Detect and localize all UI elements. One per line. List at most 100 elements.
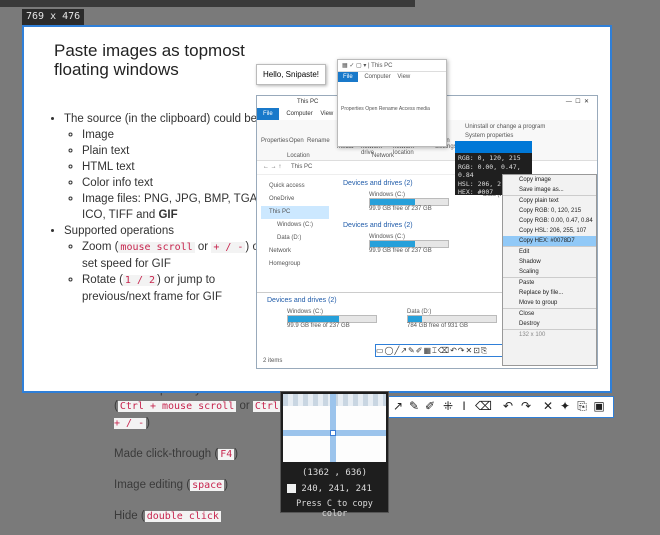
mini-tab-computer: Computer <box>364 74 391 80</box>
mini-tabs: File Computer View <box>338 72 446 82</box>
drive-c-2: Windows (C:) 99.9 GB free of 237 GB <box>369 234 449 254</box>
undo-icon[interactable]: ↶ <box>501 399 515 413</box>
drive-c-free: 99.9 GB free of 237 GB <box>369 248 432 254</box>
top-dark-bar <box>0 0 415 7</box>
marker-icon[interactable]: ✐ <box>423 399 437 413</box>
arrow-icon[interactable]: ↗ <box>391 399 405 413</box>
menu-item: Copy RGB: 0, 120, 215 <box>519 207 582 214</box>
menu-item: Replace by file... <box>519 289 564 296</box>
editing-item: Image editing (space) <box>114 479 229 491</box>
hello-snipaste-popup: Hello, Snipaste! <box>256 64 327 85</box>
nav-network: Network <box>269 248 292 254</box>
window-controls-icon: — ☐ ✕ <box>565 99 589 105</box>
feature-list: The source (in the clipboard) could be I… <box>46 111 264 305</box>
devices-heading: Devices and drives (2) <box>343 180 413 187</box>
list-item: Plain text <box>82 143 264 159</box>
clickthrough-label: Made click-through <box>114 448 212 460</box>
drive-c-free: 99.9 GB free of 237 GB <box>287 323 350 329</box>
pixel-color-row: 240, 241, 241 <box>287 484 372 494</box>
zoom-key-2: + / - <box>211 242 246 253</box>
source-sublist: Image Plain text HTML text Color info te… <box>64 127 264 223</box>
mini-ribbon-labels: Properties Open Rename Access media <box>341 106 445 112</box>
text-icon[interactable]: I <box>457 399 471 413</box>
color-rgb: RGB: 0, 120, 215 <box>458 154 521 162</box>
list-item: Rotate (1 / 2) or jump to previous/next … <box>82 272 264 305</box>
page-title: Paste images as topmost floating windows <box>54 41 245 79</box>
operations-sublist: Zoom (mouse scroll or + / -) or set spee… <box>64 239 264 305</box>
tab-file: File <box>257 108 279 120</box>
list-item: Color info text <box>82 175 264 191</box>
menu-item: Scaling <box>503 267 596 278</box>
zoom-key-1: mouse scroll <box>118 242 195 253</box>
list-item: Image <box>82 127 264 143</box>
pen-icon[interactable]: ✎ <box>407 399 421 413</box>
mini-properties: Properties <box>341 106 364 112</box>
list-item: HTML text <box>82 159 264 175</box>
mini-rename: Rename <box>378 106 398 112</box>
ribbon-uninstall: Uninstall or change a program <box>465 124 546 130</box>
mini-tab-file: File <box>338 72 358 82</box>
color-swatch <box>455 141 532 153</box>
menu-item: Save image as... <box>503 185 596 196</box>
address-text: This PC <box>291 164 313 170</box>
nav-onedrive: OneDrive <box>269 196 295 202</box>
hide-item: Hide (double click <box>96 508 296 525</box>
mini-title: This PC <box>371 63 393 69</box>
devices-heading-2: Devices and drives (2) <box>343 222 413 229</box>
nav-windows-c: Windows (C:) <box>277 222 314 228</box>
ribbon-group-location: Location <box>287 153 310 159</box>
hide-label: Hide ( <box>114 510 145 522</box>
zoom-or: or <box>197 241 209 253</box>
rotate-prefix: Rotate ( <box>82 274 123 286</box>
redo-icon[interactable]: ↷ <box>519 399 533 413</box>
magnifier-panel: (1362 , 636) 240, 241, 241 Press C to co… <box>280 391 389 519</box>
drive-c-bar <box>369 240 449 248</box>
crosshair-vertical <box>330 394 336 462</box>
menu-item: Edit <box>519 248 530 255</box>
explorer-title: This PC <box>297 99 319 105</box>
transparency-key-1: Ctrl + mouse scroll <box>117 401 237 412</box>
menu-item: Copy plain text <box>519 197 559 204</box>
copy-icon[interactable]: ⎘ <box>575 399 589 413</box>
context-menu: Copy image Save image as... Copy plain t… <box>502 174 597 366</box>
capture-selection[interactable]: Paste images as topmost floating windows… <box>22 25 612 393</box>
snip-toolbar: ↗ ✎ ✐ ⁜ I ⌫ ↶ ↷ ✕ ✦ ⎘ ▣ <box>350 396 614 418</box>
menu-item: Destroy <box>503 319 596 330</box>
source-label: The source (in the clipboard) could be <box>64 113 258 125</box>
ribbon-system-properties: System properties <box>465 133 514 139</box>
zoom-prefix: Zoom ( <box>82 241 119 253</box>
list-item: The source (in the clipboard) could be I… <box>64 111 264 223</box>
drive-d-bar <box>407 315 497 323</box>
cursor-coordinates: (1362 , 636) <box>301 468 368 478</box>
tab-view: View <box>320 111 334 117</box>
close-icon[interactable]: ✕ <box>541 399 555 413</box>
menu-item: Move to group <box>503 298 596 309</box>
ribbon-group-network: Network <box>372 153 395 159</box>
mini-tab-view: View <box>397 74 411 80</box>
mini-access-media: Access media <box>398 106 430 112</box>
list-item: Image files: PNG, JPG, BMP, TGA, ICO, TI… <box>82 191 264 223</box>
dimmed-list-continuation: Set transparency (Ctrl + mouse scroll or… <box>96 382 296 525</box>
drive-c-free: 99.9 GB free of 237 GB <box>369 206 432 212</box>
eraser-icon[interactable]: ⌫ <box>475 399 492 413</box>
list-item: Supported operations Zoom (mouse scroll … <box>64 223 264 305</box>
pin-icon[interactable]: ✦ <box>558 399 572 413</box>
nav-arrows-icon: ← → ↑ <box>263 164 282 170</box>
menu-item: Paste <box>519 279 535 286</box>
zoom-view <box>283 394 386 462</box>
menu-item: Copy RGB: 0.00, 0.47, 0.84 <box>519 217 593 224</box>
menu-item: Copy HEX: #0078D7 <box>503 236 596 247</box>
transparency-keys: (Ctrl + mouse scroll or Ctrl + + / -) <box>114 400 291 429</box>
drive-c-bar <box>287 315 377 323</box>
menu-item: Copy image <box>519 176 552 183</box>
nav-quick-access: Quick access <box>269 183 305 189</box>
gif-label: GIF <box>158 209 178 221</box>
save-icon[interactable]: ▣ <box>592 399 606 413</box>
drive-c: Windows (C:) 99.9 GB free of 237 GB <box>369 192 449 212</box>
supported-label: Supported operations <box>64 225 174 237</box>
pixel-rgb: 240, 241, 241 <box>301 484 372 494</box>
mosaic-icon[interactable]: ⁜ <box>441 399 455 413</box>
tab-computer: Computer <box>286 111 313 117</box>
editing-label: Image editing <box>114 479 184 491</box>
nav-pane: Quick access OneDrive This PC Windows (C… <box>261 180 329 271</box>
